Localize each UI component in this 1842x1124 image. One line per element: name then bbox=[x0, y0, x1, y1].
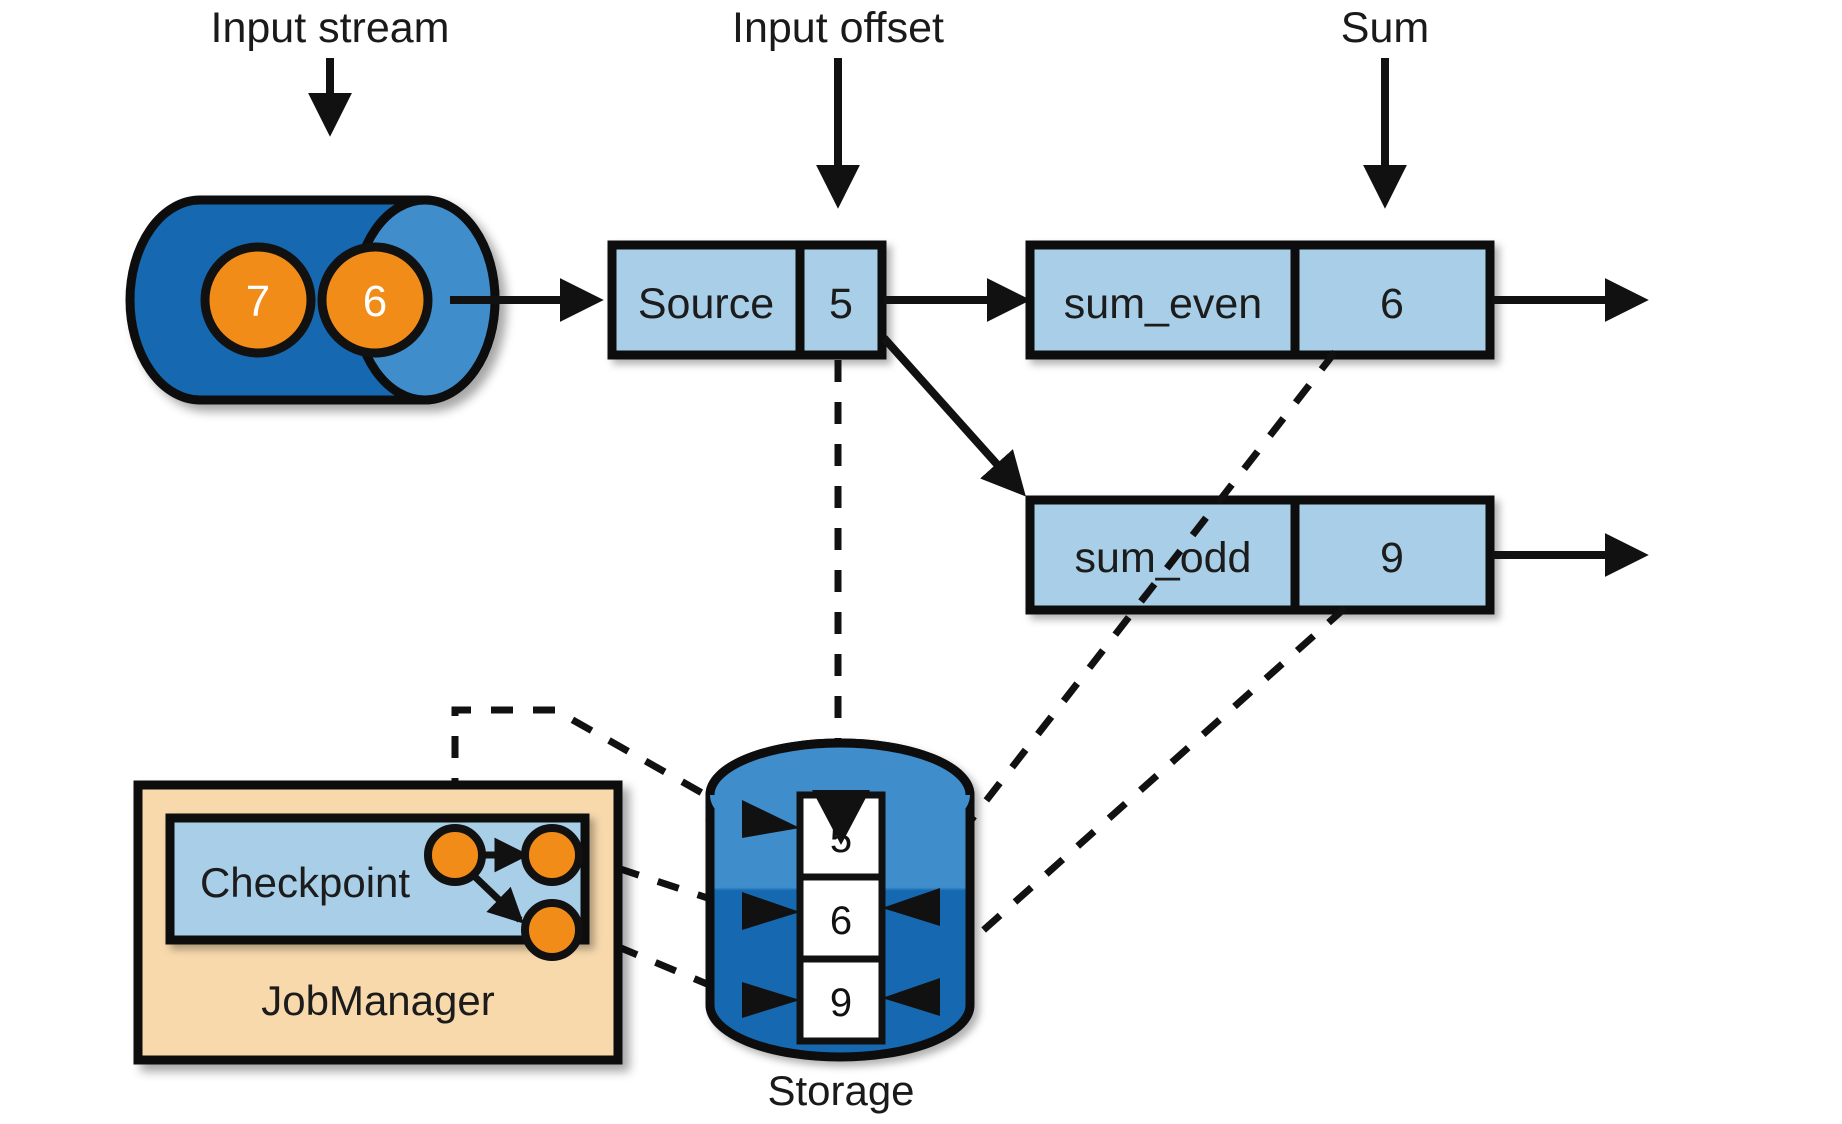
sum-even-name: sum_even bbox=[1064, 280, 1262, 328]
storage-cell-value: 6 bbox=[830, 899, 852, 943]
flink-checkpoint-diagram: Input stream Input offset Sum 7 6 Source… bbox=[125, 4, 1649, 1114]
label-input-stream: Input stream bbox=[211, 4, 450, 137]
input-stream-label: Input stream bbox=[211, 4, 450, 52]
record-value: 6 bbox=[363, 277, 387, 326]
label-sum: Sum bbox=[1341, 4, 1429, 209]
stream-record-1: 6 bbox=[317, 242, 433, 358]
dag-node-3 bbox=[521, 899, 583, 961]
storage-cell-value: 9 bbox=[830, 981, 852, 1025]
storage-cell-2: 9 bbox=[796, 955, 886, 1045]
input-offset-label: Input offset bbox=[732, 4, 944, 52]
checkpoint-label: Checkpoint bbox=[200, 859, 410, 906]
jobmanager-label: JobManager bbox=[261, 977, 494, 1024]
storage-top-ellipse bbox=[705, 738, 975, 796]
record-value: 7 bbox=[246, 277, 270, 326]
storage-label: Storage bbox=[767, 1067, 914, 1114]
operator-sum-even[interactable]: sum_even 6 bbox=[1025, 240, 1495, 360]
source-to-sumodd-arrow bbox=[881, 335, 1026, 497]
sum-label: Sum bbox=[1341, 4, 1429, 52]
diagram-canvas: Input stream Input offset Sum 7 6 Source… bbox=[0, 0, 1842, 1124]
dag-node-2 bbox=[521, 824, 583, 886]
sum-odd-value: 9 bbox=[1380, 534, 1404, 582]
dag-node-1 bbox=[424, 824, 486, 886]
stream-record-0: 7 bbox=[200, 242, 316, 358]
operator-sum-odd[interactable]: sum_odd 9 bbox=[1025, 495, 1495, 615]
source-name: Source bbox=[638, 280, 774, 328]
source-operator[interactable]: Source 5 bbox=[607, 240, 887, 360]
sum-even-value: 6 bbox=[1380, 280, 1404, 328]
source-offset-value: 5 bbox=[829, 280, 853, 328]
label-input-offset: Input offset bbox=[732, 4, 944, 209]
sum-odd-name: sum_odd bbox=[1075, 534, 1252, 582]
storage-cell-1: 6 bbox=[796, 873, 886, 963]
